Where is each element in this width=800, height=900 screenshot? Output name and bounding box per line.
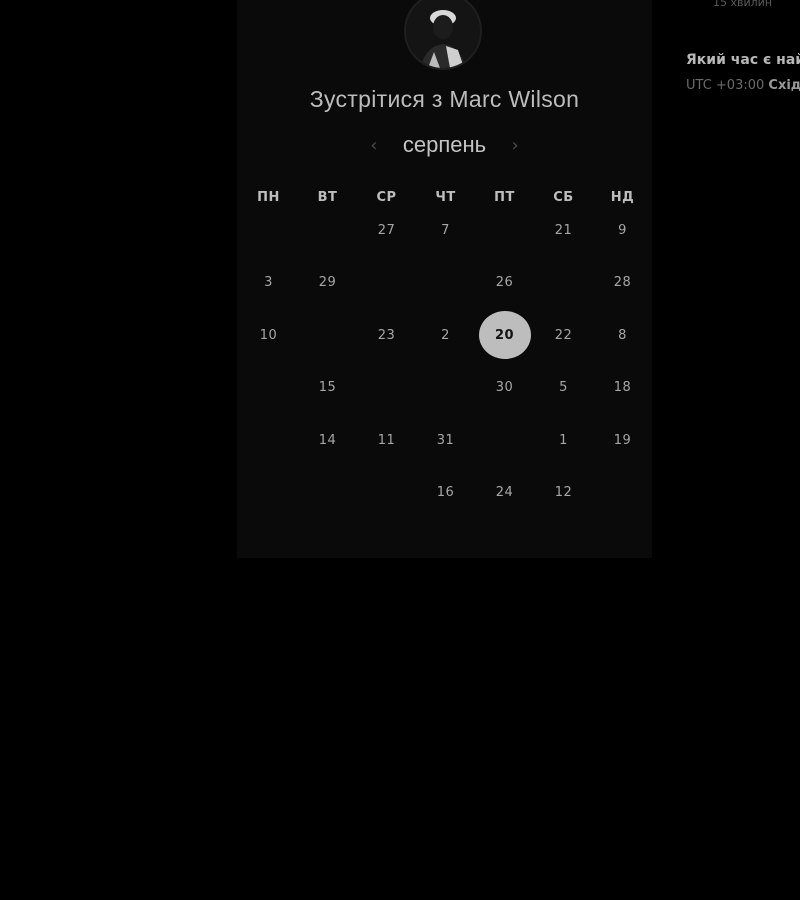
calendar-day[interactable]: 1 [534, 414, 593, 467]
calendar-day[interactable]: 26 [475, 257, 534, 310]
calendar-day[interactable]: 22 [534, 309, 593, 362]
calendar-day [239, 204, 298, 257]
meeting-duration: 15 хвилин [713, 0, 773, 9]
day-number: 14 [318, 432, 337, 448]
day-number: 5 [559, 380, 568, 396]
calendar-day[interactable]: 2 [416, 309, 475, 362]
day-number: 23 [377, 327, 396, 343]
calendar-day[interactable]: 12 [534, 467, 593, 520]
time-question-heading: Який час є най [686, 52, 800, 68]
day-number: 12 [554, 485, 573, 501]
calendar-day[interactable]: 23 [357, 309, 416, 362]
day-number: 21 [554, 222, 573, 238]
calendar-day [298, 204, 357, 257]
weekday-header: ПН ВТ СР ЧТ ПТ СБ НД [237, 190, 652, 205]
day-number: 29 [318, 275, 337, 291]
day-number: 11 [377, 432, 396, 448]
month-navigation: ‹ серпень › [237, 130, 652, 160]
calendar-day [239, 362, 298, 415]
day-number: 9 [618, 222, 627, 238]
calendar-day[interactable]: 3 [239, 257, 298, 310]
calendar-day [239, 467, 298, 520]
calendar-day [239, 414, 298, 467]
weekday-label: ПН [257, 190, 280, 205]
calendar-day [475, 414, 534, 467]
calendar-day [416, 362, 475, 415]
calendar-day [357, 362, 416, 415]
calendar-day[interactable]: 30 [475, 362, 534, 415]
calendar-day[interactable]: 24 [475, 467, 534, 520]
weekday-label: СБ [553, 190, 574, 205]
weekday-label: ПТ [494, 190, 515, 205]
calendar-day [298, 309, 357, 362]
day-number: 10 [259, 327, 278, 343]
calendar-day[interactable]: 11 [357, 414, 416, 467]
calendar-day[interactable]: 15 [298, 362, 357, 415]
day-number: 7 [441, 222, 450, 238]
calendar-day [416, 257, 475, 310]
calendar-day[interactable]: 14 [298, 414, 357, 467]
day-number: 30 [495, 380, 514, 396]
timezone-offset: UTC +03:00 [686, 78, 765, 93]
calendar-day[interactable]: 21 [534, 204, 593, 257]
weekday-label: НД [610, 190, 635, 205]
page-title: Зустрітися з Marc Wilson [309, 86, 580, 112]
calendar-day[interactable]: 18 [593, 362, 652, 415]
calendar-day[interactable]: 16 [416, 467, 475, 520]
chevron-left-icon[interactable]: ‹ [367, 135, 381, 156]
day-number: 31 [436, 432, 455, 448]
day-number: 27 [377, 222, 396, 238]
person-photo-icon [406, 0, 480, 68]
day-number: 20 [478, 311, 531, 360]
day-number: 15 [318, 380, 337, 396]
calendar-grid: 27 7 21 9 3 29 26 28 10 23 2 20 22 8 15 30 5 18 14 11 31 1 19 1… [239, 204, 652, 519]
calendar-day[interactable]: 10 [239, 309, 298, 362]
timezone-name: Схід [768, 78, 800, 93]
calendar-day[interactable]: 28 [593, 257, 652, 310]
day-number: 26 [495, 275, 514, 291]
weekday-label: ВТ [317, 190, 338, 205]
calendar-day[interactable]: 7 [416, 204, 475, 257]
chevron-right-icon[interactable]: › [508, 135, 522, 156]
weekday-label: ЧТ [435, 190, 456, 205]
calendar-day[interactable]: 8 [593, 309, 652, 362]
calendar-day [534, 257, 593, 310]
day-number: 3 [264, 275, 273, 291]
day-number: 22 [554, 327, 573, 343]
weekday-label: СР [376, 190, 397, 205]
day-number: 28 [613, 275, 632, 291]
day-number: 1 [559, 432, 568, 448]
calendar-day [357, 467, 416, 520]
calendar-day[interactable]: 5 [534, 362, 593, 415]
calendar-day [357, 257, 416, 310]
day-number: 24 [495, 485, 514, 501]
month-label: серпень [402, 132, 487, 157]
calendar-day[interactable]: 27 [357, 204, 416, 257]
day-number: 16 [436, 485, 455, 501]
calendar-day[interactable]: 9 [593, 204, 652, 257]
calendar-day[interactable]: 31 [416, 414, 475, 467]
calendar-day[interactable]: 29 [298, 257, 357, 310]
calendar-day [475, 204, 534, 257]
calendar-day[interactable]: 19 [593, 414, 652, 467]
calendar-day-selected[interactable]: 20 [475, 309, 534, 362]
timezone-selector[interactable]: UTC +03:00 Схід [686, 78, 800, 93]
day-number: 18 [613, 380, 632, 396]
calendar-day [593, 467, 652, 520]
calendar-day [298, 467, 357, 520]
day-number: 19 [613, 432, 632, 448]
day-number: 2 [441, 327, 450, 343]
day-number: 8 [618, 327, 627, 343]
